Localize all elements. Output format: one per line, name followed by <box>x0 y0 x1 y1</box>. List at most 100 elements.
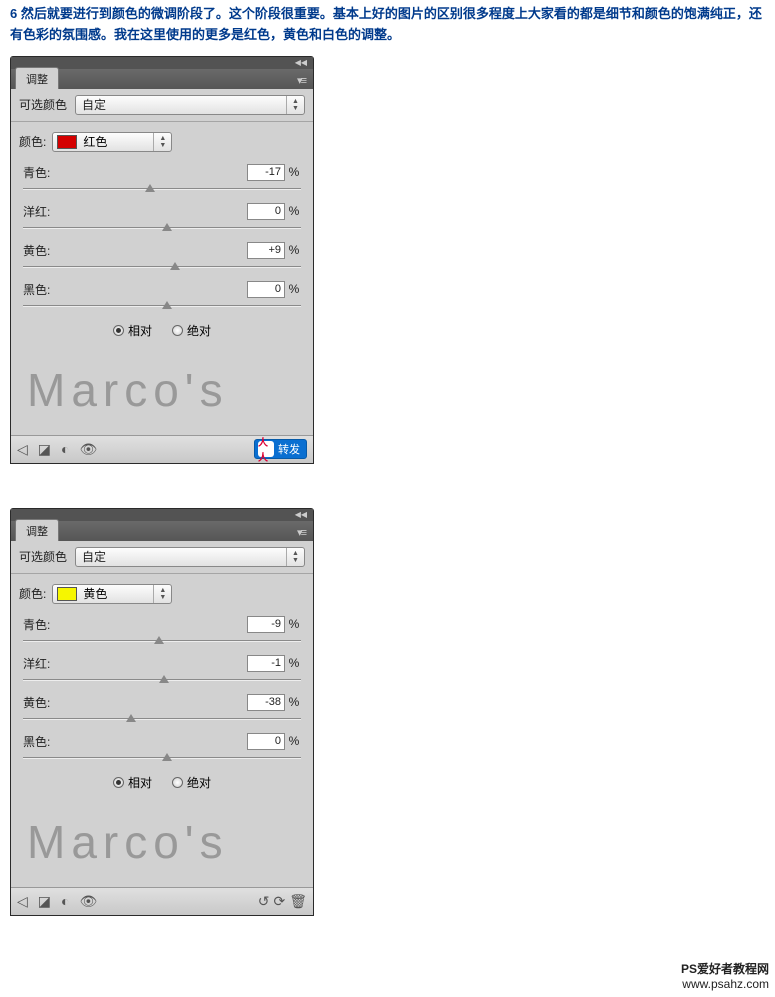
slider-label: 黑色: <box>23 281 50 298</box>
view-icon[interactable]: 👁 <box>79 893 97 910</box>
share-label: 转发 <box>278 441 300 457</box>
color-row: 颜色: 黄色 ▲▼ <box>11 574 313 608</box>
site-name: PS爱好者教程网 <box>681 962 769 978</box>
slider-label: 洋红: <box>23 203 50 220</box>
select-arrows-icon: ▲▼ <box>286 548 304 566</box>
slider-row-magenta: 洋红: -1 % <box>23 649 301 672</box>
yellow-value[interactable]: +9 <box>247 242 285 259</box>
sliders-block: 青色: -17 % 洋红: 0 % 黄色: <box>11 156 313 312</box>
site-watermark: PS爱好者教程网 www.psahz.com <box>681 962 769 993</box>
tab-adjustments[interactable]: 调整 <box>15 67 59 89</box>
color-swatch <box>57 587 77 601</box>
slider-label: 洋红: <box>23 655 50 672</box>
preset-select[interactable]: 自定 ▲▼ <box>75 95 305 115</box>
back-icon[interactable]: ◁ <box>17 441 28 458</box>
panel-body: 可选颜色 自定 ▲▼ 颜色: 黄色 ▲▼ 青色: -9 <box>11 541 313 915</box>
slider-row-yellow: 黄色: +9 % <box>23 236 301 259</box>
yellow-value[interactable]: -38 <box>247 694 285 711</box>
black-value[interactable]: 0 <box>247 733 285 750</box>
method-absolute[interactable]: 绝对 <box>172 322 211 339</box>
colors-label: 颜色: <box>19 133 46 150</box>
magenta-slider[interactable] <box>23 220 301 234</box>
method-absolute[interactable]: 绝对 <box>172 774 211 791</box>
tab-adjustments[interactable]: 调整 <box>15 519 59 541</box>
tutorial-step-text: 6 然后就要进行到颜色的微调阶段了。这个阶段很重要。基本上好的图片的区别很多程度… <box>0 0 775 48</box>
cyan-value[interactable]: -17 <box>247 164 285 181</box>
method-relative[interactable]: 相对 <box>113 774 152 791</box>
renren-icon: 人人 <box>258 441 274 457</box>
magenta-value[interactable]: -1 <box>247 655 285 672</box>
percent-label: % <box>287 204 301 218</box>
colors-label: 颜色: <box>19 585 46 602</box>
black-slider[interactable] <box>23 298 301 312</box>
trash-icon[interactable]: 🗑 <box>289 893 307 910</box>
tab-row: 调整 ▾≡ <box>11 521 313 541</box>
panel-container: ◀◀ 调整 ▾≡ 可选颜色 自定 ▲▼ 颜色: 黄色 ▲▼ <box>0 500 775 916</box>
preset-select[interactable]: 自定 ▲▼ <box>75 547 305 567</box>
yellow-slider[interactable] <box>23 711 301 725</box>
slider-row-black: 黑色: 0 % <box>23 727 301 750</box>
adjustment-type-label: 可选颜色 <box>19 96 67 113</box>
select-arrows-icon: ▲▼ <box>153 585 171 603</box>
percent-label: % <box>287 734 301 748</box>
prev-icon[interactable]: ↺ <box>258 893 270 910</box>
panel-menu-icon[interactable]: ▾≡ <box>297 526 313 541</box>
black-slider[interactable] <box>23 750 301 764</box>
back-icon[interactable]: ◁ <box>17 893 28 910</box>
tab-row: 调整 ▾≡ <box>11 69 313 89</box>
select-arrows-icon: ▲▼ <box>153 133 171 151</box>
preset-row: 可选颜色 自定 ▲▼ <box>11 541 313 574</box>
cyan-value[interactable]: -9 <box>247 616 285 633</box>
panel-container: ◀◀ 调整 ▾≡ 可选颜色 自定 ▲▼ 颜色: 红色 ▲▼ <box>0 48 775 464</box>
mask-icon[interactable]: ◐ <box>61 893 69 909</box>
view-icon[interactable]: 👁 <box>79 441 97 458</box>
selective-color-panel-1: ◀◀ 调整 ▾≡ 可选颜色 自定 ▲▼ 颜色: 红色 ▲▼ <box>10 56 314 464</box>
panel-body: 可选颜色 自定 ▲▼ 颜色: 红色 ▲▼ 青色: -17 <box>11 89 313 463</box>
panel-footer: ◁ ◪ ◐ 👁 人人 转发 <box>11 435 313 463</box>
method-row: 相对 绝对 <box>11 766 313 803</box>
color-swatch <box>57 135 77 149</box>
select-arrows-icon: ▲▼ <box>286 96 304 114</box>
reset-icon[interactable]: ⟳ <box>273 893 285 910</box>
mask-icon[interactable]: ◐ <box>61 441 69 457</box>
share-button[interactable]: 人人 转发 <box>254 439 307 459</box>
percent-label: % <box>287 165 301 179</box>
percent-label: % <box>287 695 301 709</box>
slider-label: 黄色: <box>23 694 50 711</box>
preset-value: 自定 <box>82 548 106 565</box>
author-watermark: Marco's <box>11 803 313 887</box>
method-relative[interactable]: 相对 <box>113 322 152 339</box>
slider-row-cyan: 青色: -9 % <box>23 610 301 633</box>
percent-label: % <box>287 656 301 670</box>
magenta-value[interactable]: 0 <box>247 203 285 220</box>
preset-value: 自定 <box>82 96 106 113</box>
color-channel-select[interactable]: 黄色 ▲▼ <box>52 584 172 604</box>
magenta-slider[interactable] <box>23 672 301 686</box>
slider-row-cyan: 青色: -17 % <box>23 158 301 181</box>
slider-label: 黄色: <box>23 242 50 259</box>
slider-label: 青色: <box>23 164 50 181</box>
slider-label: 青色: <box>23 616 50 633</box>
slider-row-black: 黑色: 0 % <box>23 275 301 298</box>
author-watermark: Marco's <box>11 351 313 435</box>
slider-label: 黑色: <box>23 733 50 750</box>
cyan-slider[interactable] <box>23 181 301 195</box>
clip-icon[interactable]: ◪ <box>38 441 51 458</box>
color-row: 颜色: 红色 ▲▼ <box>11 122 313 156</box>
black-value[interactable]: 0 <box>247 281 285 298</box>
yellow-slider[interactable] <box>23 259 301 273</box>
percent-label: % <box>287 243 301 257</box>
color-name: 红色 <box>83 133 107 150</box>
color-channel-select[interactable]: 红色 ▲▼ <box>52 132 172 152</box>
method-row: 相对 绝对 <box>11 314 313 351</box>
site-url: www.psahz.com <box>681 977 769 993</box>
slider-row-magenta: 洋红: 0 % <box>23 197 301 220</box>
slider-row-yellow: 黄色: -38 % <box>23 688 301 711</box>
panel-menu-icon[interactable]: ▾≡ <box>297 74 313 89</box>
panel-footer: ◁ ◪ ◐ 👁 ↺ ⟳ 🗑 <box>11 887 313 915</box>
preset-row: 可选颜色 自定 ▲▼ <box>11 89 313 122</box>
clip-icon[interactable]: ◪ <box>38 893 51 910</box>
cyan-slider[interactable] <box>23 633 301 647</box>
color-name: 黄色 <box>83 585 107 602</box>
percent-label: % <box>287 282 301 296</box>
